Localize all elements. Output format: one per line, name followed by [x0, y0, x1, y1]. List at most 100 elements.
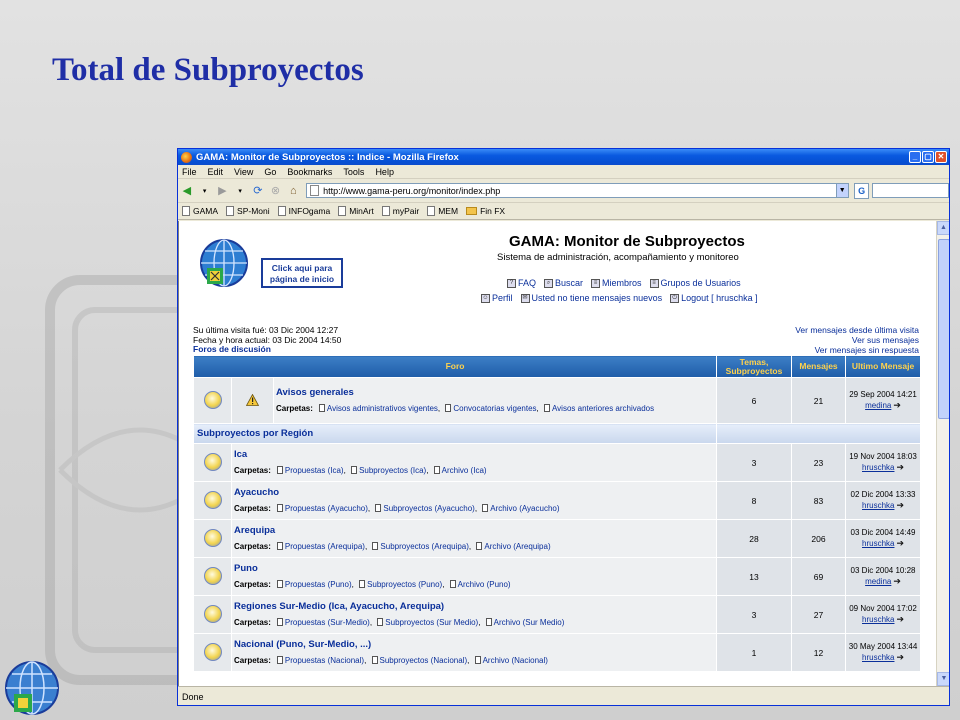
folder-page-icon — [276, 580, 283, 588]
minimize-button[interactable]: _ — [909, 151, 921, 163]
folder-link[interactable]: Avisos anteriores archivados — [552, 404, 654, 413]
reload-icon[interactable]: ⟳ — [251, 184, 265, 198]
folder-link[interactable]: Propuestas (Ica) — [285, 466, 344, 475]
folder-link[interactable]: Propuestas (Sur-Medio) — [285, 618, 370, 627]
last-post-user-link[interactable]: hruschka — [862, 653, 894, 662]
faq-link[interactable]: ? FAQ — [507, 278, 536, 288]
address-dropdown-icon[interactable]: ▼ — [835, 184, 848, 197]
forum-name-link[interactable]: Nacional (Puno, Sur-Medio, ...) — [234, 639, 714, 650]
last-post-user-link[interactable]: hruschka — [862, 539, 894, 548]
search-input[interactable] — [872, 183, 949, 198]
folder-link[interactable]: Subproyectos (Puno) — [367, 580, 442, 589]
folder-link[interactable]: Convocatorias vigentes — [453, 404, 536, 413]
menu-tools[interactable]: Tools — [343, 167, 364, 177]
goto-post-icon[interactable]: ➔ — [896, 614, 904, 624]
goto-post-icon[interactable]: ➔ — [896, 652, 904, 662]
address-url[interactable]: http://www.gama-peru.org/monitor/index.p… — [323, 186, 836, 196]
forum-name-link[interactable]: Ica — [234, 449, 714, 460]
back-arrow-icon[interactable]: ◀ — [180, 184, 194, 198]
bookmark-mem[interactable]: MEM — [427, 206, 458, 216]
maximize-button[interactable]: ▢ — [922, 151, 934, 163]
bookmark-sp-moni[interactable]: SP-Moni — [226, 206, 270, 216]
folder-link[interactable]: Propuestas (Puno) — [285, 580, 352, 589]
folder-link[interactable]: Subproyectos (Sur Medio) — [385, 618, 478, 627]
folder-link[interactable]: Propuestas (Arequipa) — [285, 542, 365, 551]
menu-bookmarks[interactable]: Bookmarks — [287, 167, 332, 177]
folder-link[interactable]: Archivo (Arequipa) — [484, 542, 550, 551]
back-dropdown-icon[interactable]: ▾ — [198, 184, 212, 198]
menu-help[interactable]: Help — [375, 167, 394, 177]
forums-link[interactable]: Foros de discusión — [193, 344, 271, 354]
bookmark-minart[interactable]: MinArt — [338, 206, 374, 216]
forward-dropdown-icon[interactable]: ▾ — [233, 184, 247, 198]
bookmark-infogama[interactable]: INFOgama — [277, 206, 330, 216]
folder-link[interactable]: Archivo (Sur Medio) — [494, 618, 565, 627]
folder-link[interactable]: Subproyectos (Ayacucho) — [383, 504, 474, 513]
search-engine-icon[interactable]: G — [853, 182, 870, 199]
page-icon — [310, 185, 320, 196]
last-post-user-link[interactable]: hruschka — [862, 615, 894, 624]
stop-icon[interactable]: ⊗ — [269, 184, 283, 198]
folder-link[interactable]: Archivo (Ica) — [442, 466, 487, 475]
table-row: Arequipa Carpetas: Propuestas (Arequipa),… — [193, 519, 922, 558]
goto-post-icon[interactable]: ➔ — [896, 500, 904, 510]
folder-link[interactable]: Subproyectos (Arequipa) — [380, 542, 469, 551]
goto-post-icon[interactable]: ➔ — [893, 400, 901, 410]
mensajes-count: 23 — [791, 443, 847, 482]
menu-file[interactable]: File — [182, 167, 197, 177]
view-since-last-visit-link[interactable]: Ver mensajes desde última visita — [795, 325, 919, 335]
folder-link[interactable]: Archivo (Nacional) — [483, 656, 548, 665]
goto-post-icon[interactable]: ➔ — [896, 462, 904, 472]
folder-link[interactable]: Subproyectos (Nacional) — [380, 656, 468, 665]
forward-arrow-icon[interactable]: ▶ — [215, 184, 229, 198]
folder-link[interactable]: Propuestas (Nacional) — [285, 656, 364, 665]
close-button[interactable]: ✕ — [935, 151, 947, 163]
bookmark-gama[interactable]: GAMA — [182, 206, 218, 216]
last-post-user-link[interactable]: medina — [865, 577, 891, 586]
mensajes-count: 27 — [791, 595, 847, 634]
menu-view[interactable]: View — [234, 167, 253, 177]
folder-page-icon — [276, 504, 283, 512]
table-row: Ica Carpetas: Propuestas (Ica), Subproyec… — [193, 443, 922, 482]
goto-post-icon[interactable]: ➔ — [893, 576, 901, 586]
home-icon[interactable]: ⌂ — [286, 184, 300, 198]
gama-globe-icon[interactable] — [199, 238, 249, 288]
members-link[interactable]: ≡ Miembros — [591, 278, 642, 288]
last-post-user-link[interactable]: hruschka — [862, 463, 894, 472]
menu-go[interactable]: Go — [264, 167, 276, 177]
search-link[interactable]: ⌕ Buscar — [544, 278, 583, 288]
home-page-link[interactable]: Click aqui para página de inicio — [261, 258, 343, 288]
forum-name-link[interactable]: Puno — [234, 563, 714, 574]
view-unanswered-link[interactable]: Ver mensajes sin respuesta — [815, 345, 919, 355]
scroll-down-icon[interactable]: ▼ — [937, 672, 949, 686]
table-header-row: Foro Temas, Subproyectos Mensajes Ultimo… — [192, 355, 922, 378]
folder-link[interactable]: Subproyectos (Ica) — [359, 466, 426, 475]
last-post-date: 30 May 2004 13:44 — [848, 642, 918, 651]
profile-link[interactable]: ☺ Perfil — [481, 293, 513, 303]
forum-name-link[interactable]: Ayacucho — [234, 487, 714, 498]
vertical-scrollbar[interactable]: ▲ ▼ — [936, 221, 949, 686]
last-post-user-link[interactable]: hruschka — [862, 501, 894, 510]
scroll-thumb[interactable] — [938, 239, 949, 419]
address-bar[interactable]: http://www.gama-peru.org/monitor/index.p… — [306, 183, 849, 198]
folder-link[interactable]: Archivo (Puno) — [458, 580, 511, 589]
menu-edit[interactable]: Edit — [208, 167, 224, 177]
category-name[interactable]: Subproyectos por Región — [192, 423, 718, 444]
folder-link[interactable]: Archivo (Ayacucho) — [490, 504, 559, 513]
goto-post-icon[interactable]: ➔ — [896, 538, 904, 548]
last-post-user-link[interactable]: medina — [865, 401, 891, 410]
forum-name-link[interactable]: Arequipa — [234, 525, 714, 536]
bookmark-fin-fx[interactable]: Fin FX — [466, 206, 505, 216]
user-groups-link[interactable]: ≡ Grupos de Usuarios — [649, 278, 741, 288]
logout-link[interactable]: ⏻ Logout [ hruschka ] — [670, 293, 758, 303]
messages-link[interactable]: ✉ Usted no tiene mensajes nuevos — [520, 293, 662, 303]
folder-link[interactable]: Propuestas (Ayacucho) — [285, 504, 368, 513]
view-your-posts-link[interactable]: Ver sus mensajes — [852, 335, 919, 345]
forum-name-link[interactable]: Regiones Sur-Medio (Ica, Ayacucho, Arequ… — [234, 601, 714, 612]
bookmark-mypair[interactable]: myPair — [381, 206, 419, 216]
folder-page-icon — [449, 580, 456, 588]
scroll-up-icon[interactable]: ▲ — [937, 221, 949, 235]
last-post: 09 Nov 2004 17:02 hruschka ➔ — [845, 595, 922, 634]
forum-name-link[interactable]: Avisos generales — [276, 387, 714, 398]
folder-link[interactable]: Avisos administrativos vigentes — [327, 404, 438, 413]
